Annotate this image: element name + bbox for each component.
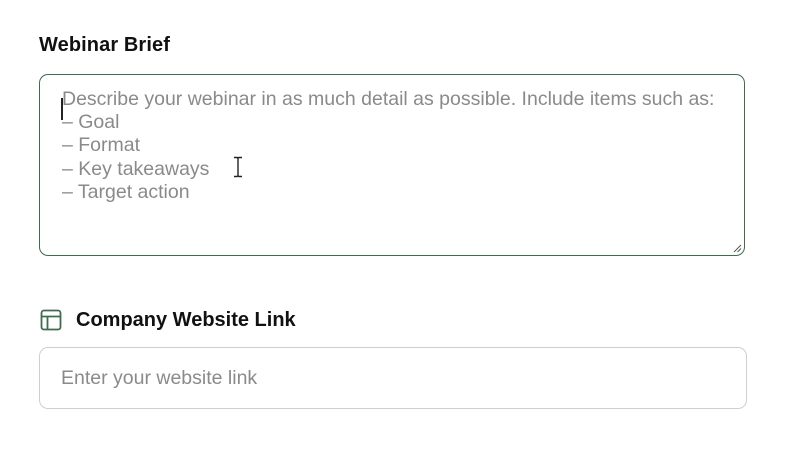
webinar-brief-label: Webinar Brief <box>39 34 170 56</box>
webinar-form: Webinar Brief Company Website Link <box>0 0 800 450</box>
text-cursor-icon <box>234 156 242 178</box>
webinar-brief-field[interactable] <box>39 74 745 256</box>
webinar-brief-textarea[interactable] <box>40 75 744 255</box>
company-website-input[interactable] <box>40 348 746 408</box>
website-label-row: Company Website Link <box>39 306 296 334</box>
resize-handle-icon[interactable] <box>732 243 742 253</box>
text-caret <box>61 98 63 120</box>
layout-icon <box>40 309 62 331</box>
company-website-field[interactable] <box>39 347 747 409</box>
company-website-label: Company Website Link <box>76 308 296 331</box>
